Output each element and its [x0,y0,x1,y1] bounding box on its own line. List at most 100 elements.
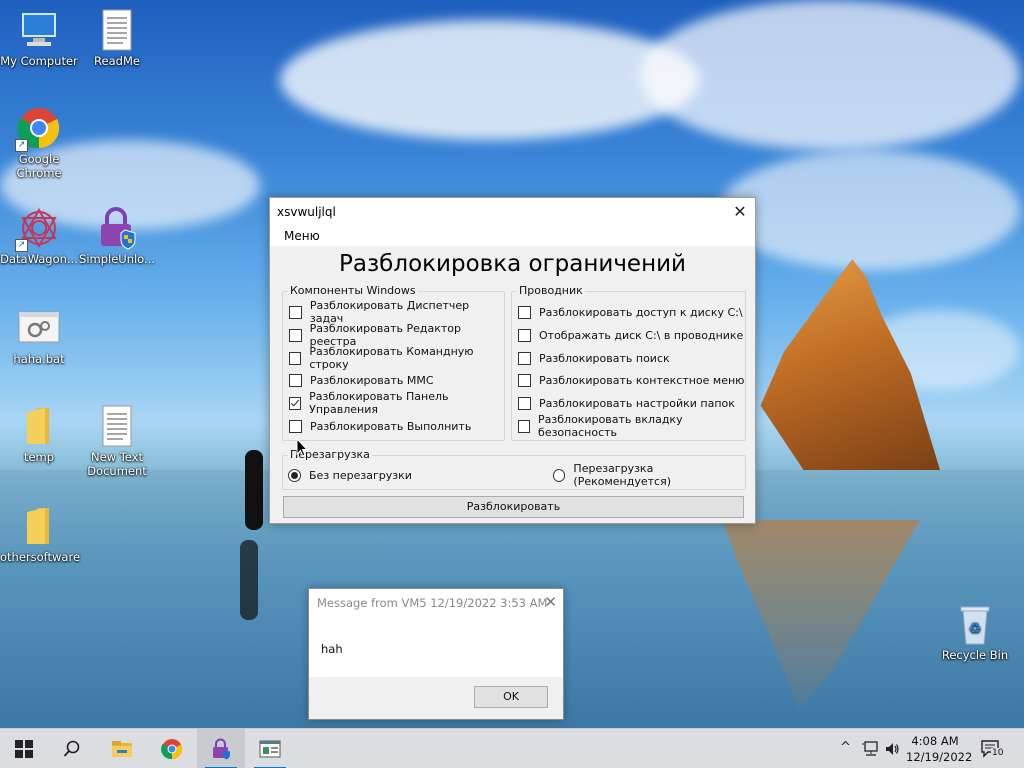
padlock-shield-icon [213,738,230,760]
menu-bar: Меню [270,226,755,246]
notification-count: 10 [991,748,1005,758]
dialog-message: hah [321,642,343,656]
unlock-restrictions-window[interactable]: xsvwuljlql ✕ Меню Разблокировка ограниче… [269,197,756,524]
folder-icon [17,504,61,548]
taskbar-file-explorer[interactable] [98,729,146,768]
search-icon [63,740,80,757]
sky-cloud [280,20,700,140]
desktop-icon-label: New Text Document [87,450,147,478]
radio-no-reboot[interactable]: Без перезагрузки [288,467,412,483]
desktop-icon-readme[interactable]: ReadMe [78,8,156,68]
checkbox-security-tab[interactable]: Разблокировать вкладку безопасность [518,413,745,439]
group-title: Компоненты Windows [288,284,418,297]
checkbox-show-drive-c[interactable]: Отображать диск C:\ в проводнике [518,327,743,343]
notification-center-button[interactable]: 10 [980,739,1005,759]
text-document-icon [95,8,139,52]
close-icon[interactable]: ✕ [725,198,755,226]
chrome-icon [161,739,183,760]
dialog-footer: OK [309,677,563,719]
taskbar-chrome[interactable] [148,729,196,768]
close-icon[interactable]: ✕ [544,593,557,611]
desktop-icon-temp[interactable]: temp [0,404,78,464]
start-button[interactable] [0,729,48,768]
system-clock[interactable]: 4:08 AM 12/19/2022 [906,733,972,765]
checkbox-box[interactable] [518,328,531,342]
desktop-icon-new-text-document[interactable]: New Text Document [78,404,156,478]
windows-start-icon [15,740,33,758]
network-icon[interactable] [862,741,880,757]
volume-icon[interactable] [884,741,900,757]
checkbox-label: Разблокировать контекстное меню [539,373,745,387]
desktop-icon-datawagon[interactable]: ↗ DataWagon... [0,206,78,266]
sky-cloud [720,150,1020,270]
radio-label: Перезагрузка (Рекомендуется) [573,462,671,488]
checkbox-box[interactable] [289,373,302,387]
checkbox-search[interactable]: Разблокировать поиск [518,350,670,366]
checkbox-box[interactable] [289,328,302,342]
search-button[interactable] [48,729,96,768]
checkbox-box[interactable] [518,351,531,365]
taskbar-simpleunlocker[interactable] [197,729,245,768]
radio-reboot-recommended[interactable]: Перезагрузка (Рекомендуется) [553,462,745,488]
checkbox-label: Разблокировать вкладку безопасность [538,413,683,439]
chevron-up-icon[interactable]: ^ [840,740,851,755]
svg-text:♻: ♻ [969,621,982,637]
checkbox-box[interactable] [289,305,302,319]
desktop-icon-label: SimpleUnlo... [79,252,155,266]
desktop-icon-my-computer[interactable]: My Computer [0,8,78,68]
checkbox-registry-editor[interactable]: Разблокировать Редактор реестра [289,322,504,348]
checkbox-box[interactable] [518,419,531,433]
radio-button[interactable] [553,468,566,482]
checkbox-label: Разблокировать поиск [539,351,670,365]
group-explorer: Проводник Разблокировать доступ к диску … [511,284,746,441]
checkbox-mmc[interactable]: Разблокировать MMC [289,372,434,388]
desktop-icon-label: DataWagon... [0,252,78,266]
menu-item-menu[interactable]: Меню [284,229,320,243]
checkbox-box[interactable] [518,373,531,387]
sky-cloud [640,0,1020,150]
file-explorer-icon [112,741,132,757]
checkbox-label: Разблокировать Панель Управления [309,390,449,416]
checkbox-box[interactable] [289,419,302,433]
window-titlebar[interactable]: xsvwuljlql ✕ [270,198,755,226]
window-title: xsvwuljlql [277,205,336,219]
desktop-icon-simpleunlocker[interactable]: SimpleUnlo... [78,206,156,266]
desktop-icon-google-chrome[interactable]: ↗ Google Chrome [0,106,78,180]
unlock-button[interactable]: Разблокировать [283,496,744,518]
desktop-icon-label: Google Chrome [16,152,62,180]
checkbox-label: Разблокировать MMC [310,373,434,387]
radio-label: Без перезагрузки [309,468,412,482]
checkbox-context-menu[interactable]: Разблокировать контекстное меню [518,372,744,388]
batch-file-icon [17,306,61,350]
taskbar-app-window[interactable] [246,729,294,768]
checkbox-task-manager[interactable]: Разблокировать Диспетчер задач [289,299,504,325]
group-title: Проводник [517,284,585,297]
group-reboot: Перезагрузка Без перезагрузки Перезагруз… [282,448,746,490]
checkbox-box[interactable] [289,351,302,365]
checkbox-drive-c-access[interactable]: Разблокировать доступ к диску C:\ [518,304,743,320]
checkbox-control-panel[interactable]: Разблокировать Панель Управления [289,390,504,416]
shortcut-arrow-icon: ↗ [15,139,28,152]
checkbox-folder-options[interactable]: Разблокировать настройки папок [518,395,735,411]
ok-button[interactable]: OK [474,686,548,708]
radio-button-selected[interactable] [288,468,301,482]
checkbox-box[interactable] [518,396,531,410]
checkbox-box[interactable] [518,305,531,319]
checkbox-label: Отображать диск C:\ в проводнике [539,328,744,342]
desktop-icon-othersoftware[interactable]: othersoftware [0,504,80,564]
desktop-icon-label: haha.bat [13,352,65,366]
desktop-icon-recycle-bin[interactable]: ♻ Recycle Bin [936,602,1014,662]
checkbox-run[interactable]: Разблокировать Выполнить [289,418,471,434]
desktop-icon-haha-bat[interactable]: haha.bat [0,306,78,366]
chrome-icon: ↗ [15,106,61,152]
shortcut-arrow-icon: ↗ [15,239,28,252]
text-document-icon [95,404,139,448]
checkbox-command-prompt[interactable]: Разблокировать Командную строку [289,345,504,371]
desktop-icon-label: temp [23,450,55,464]
checkbox-label: Разблокировать доступ к диску C:\ [539,305,743,319]
message-dialog[interactable]: Message from VM5 12/19/2022 3:53 AM ✕ ha… [308,588,564,720]
checkbox-box-checked[interactable] [289,396,302,410]
desktop-icon-label: Recycle Bin [941,648,1009,662]
group-windows-components: Компоненты Windows Разблокировать Диспет… [282,284,505,441]
checkbox-label: Разблокировать Командную строку [309,345,474,371]
